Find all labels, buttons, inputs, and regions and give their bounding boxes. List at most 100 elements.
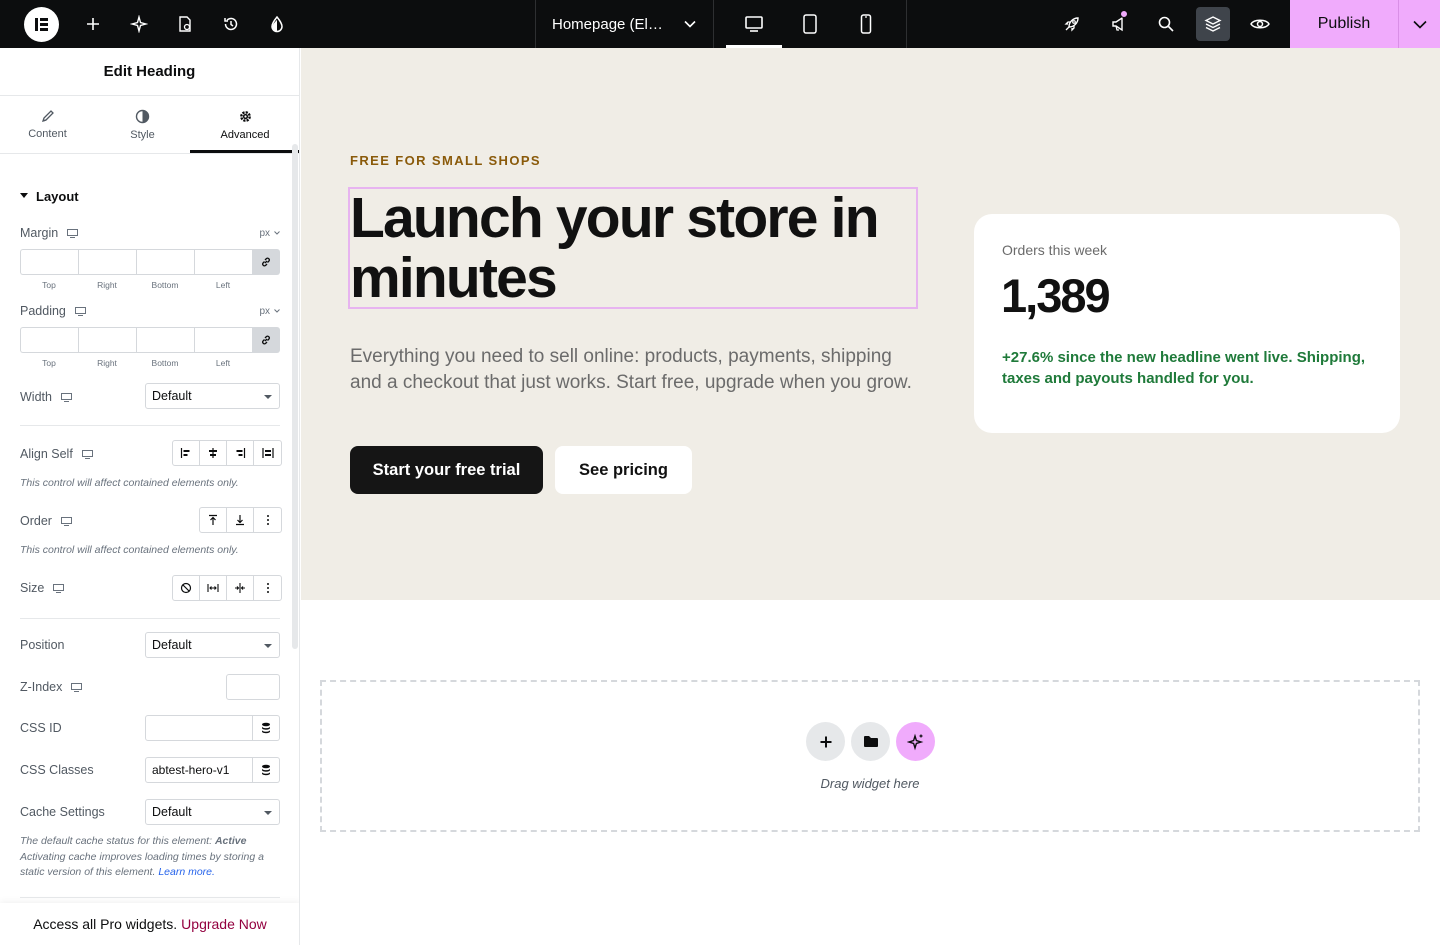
caret-down-icon	[20, 193, 28, 198]
structure-layers-icon[interactable]	[1189, 0, 1236, 48]
mobile-view-icon[interactable]	[838, 0, 894, 48]
align-center-icon[interactable]	[200, 441, 227, 465]
structure-layers-button[interactable]	[1195, 7, 1230, 41]
stat-value: 1,389	[1001, 269, 1111, 322]
stat-note: +27.6% since the new headline went live.…	[1002, 349, 1366, 387]
hero-section[interactable]: FREE FOR SMALL SHOPS Launch your store i…	[301, 48, 1440, 600]
dynamic-tags-database-icon[interactable]	[252, 715, 280, 741]
size-grow-icon[interactable]	[200, 576, 227, 600]
order-end-icon[interactable]	[227, 508, 254, 532]
hero-heading[interactable]: Launch your store in minutes	[350, 188, 910, 308]
padding-unit: px	[259, 305, 270, 317]
desktop-responsive-icon[interactable]	[60, 392, 72, 402]
margin-right-input[interactable]	[78, 249, 136, 275]
desktop-responsive-icon[interactable]	[71, 682, 83, 692]
ai-sparkle-icon[interactable]	[116, 0, 162, 48]
preview-eye-icon[interactable]	[1236, 0, 1283, 48]
tab-style-label: Style	[130, 128, 155, 141]
upgrade-now-link[interactable]: Upgrade Now	[181, 916, 267, 932]
order-buttons	[199, 507, 282, 533]
position-select[interactable]: Default	[145, 632, 280, 658]
margin-top-input[interactable]	[20, 249, 78, 275]
align-self-label: Align Self	[20, 447, 73, 461]
side-label-right: Right	[97, 358, 117, 368]
rocket-icon[interactable]	[1048, 0, 1095, 48]
layout-section-title: Layout	[36, 188, 79, 204]
margin-unit-selector[interactable]: px	[259, 228, 280, 239]
desktop-responsive-icon[interactable]	[74, 306, 86, 316]
dynamic-tags-database-icon[interactable]	[252, 757, 280, 783]
desktop-responsive-icon[interactable]	[60, 516, 72, 526]
search-icon[interactable]	[1142, 0, 1189, 48]
page-settings-icon[interactable]	[162, 0, 208, 48]
desktop-view-icon[interactable]	[726, 0, 782, 48]
padding-bottom-input[interactable]	[136, 327, 194, 353]
desktop-responsive-icon[interactable]	[53, 583, 65, 593]
align-end-icon[interactable]	[227, 441, 254, 465]
publish-button[interactable]: Publish	[1290, 0, 1398, 48]
css-classes-input[interactable]: abtest-hero-v1	[145, 757, 253, 783]
tablet-view-icon[interactable]	[782, 0, 838, 48]
notifications-megaphone-icon[interactable]	[1095, 0, 1142, 48]
tab-content[interactable]: Content	[0, 96, 95, 153]
chevron-down-icon	[684, 20, 696, 28]
learn-more-link[interactable]: Learn more.	[158, 866, 215, 878]
start-free-trial-button[interactable]: Start your free trial	[350, 446, 543, 494]
ai-sparkle-icon[interactable]	[896, 722, 935, 761]
add-section-plus-icon[interactable]	[806, 722, 845, 761]
side-label-top: Top	[42, 358, 56, 368]
layout-section-toggle[interactable]: Layout	[0, 154, 299, 206]
padding-top-input[interactable]	[20, 327, 78, 353]
topbar-right-tools: Publish	[907, 0, 1440, 48]
padding-inputs	[20, 327, 280, 353]
size-shrink-icon[interactable]	[227, 576, 254, 600]
desktop-responsive-icon[interactable]	[81, 449, 93, 459]
template-library-folder-icon[interactable]	[851, 722, 890, 761]
cache-hint-body: Activating cache improves loading times …	[20, 850, 264, 879]
more-options-icon[interactable]	[254, 576, 281, 600]
padding-unit-selector[interactable]: px	[259, 306, 280, 317]
margin-side-labels: Top Right Bottom Left	[20, 280, 252, 290]
see-pricing-button[interactable]: See pricing	[555, 446, 692, 494]
link-values-icon[interactable]	[252, 249, 280, 275]
hero-eyebrow[interactable]: FREE FOR SMALL SHOPS	[350, 153, 541, 168]
desktop-responsive-icon[interactable]	[67, 228, 79, 238]
history-icon[interactable]	[208, 0, 254, 48]
publish-options-chevron-icon[interactable]	[1398, 0, 1440, 48]
hero-subtext[interactable]: Everything you need to sell online: prod…	[350, 344, 920, 396]
topbar-left-tools	[0, 0, 535, 48]
panel-scrollbar[interactable]	[292, 144, 298, 649]
margin-bottom-input[interactable]	[136, 249, 194, 275]
padding-right-input[interactable]	[78, 327, 136, 353]
align-stretch-icon[interactable]	[254, 441, 281, 465]
tab-advanced[interactable]: Advanced	[190, 96, 299, 153]
z-index-input[interactable]	[226, 674, 280, 700]
side-label-top: Top	[42, 280, 56, 290]
elementor-logo-icon[interactable]	[24, 6, 59, 42]
padding-left-input[interactable]	[194, 327, 252, 353]
z-index-label: Z-Index	[20, 680, 63, 694]
document-switcher[interactable]: Homepage (Ele…	[535, 0, 714, 48]
align-start-icon[interactable]	[173, 441, 200, 465]
chevron-down-icon	[274, 309, 280, 313]
panel-title: Edit Heading	[0, 48, 299, 96]
size-none-icon[interactable]	[173, 576, 200, 600]
side-label-left: Left	[215, 280, 231, 290]
margin-left-input[interactable]	[194, 249, 252, 275]
add-element-icon[interactable]	[70, 0, 116, 48]
tab-content-label: Content	[28, 128, 67, 140]
position-label: Position	[20, 638, 65, 652]
stat-card[interactable]: Orders this week 1,389 +27.6% since the …	[974, 214, 1400, 433]
widget-drop-zone[interactable]: Drag widget here	[320, 680, 1420, 832]
link-values-icon[interactable]	[252, 327, 280, 353]
order-start-icon[interactable]	[200, 508, 227, 532]
more-options-icon[interactable]	[254, 508, 281, 532]
width-select[interactable]: Default	[145, 383, 280, 409]
editor-side-panel: Edit Heading Content Style Advanced Layo…	[0, 48, 300, 945]
site-settings-icon[interactable]	[254, 0, 300, 48]
css-id-input[interactable]	[145, 715, 253, 741]
tab-style[interactable]: Style	[95, 96, 190, 153]
cache-settings-select[interactable]: Default	[145, 799, 280, 825]
divider	[20, 897, 280, 898]
padding-control: Padding px	[20, 301, 280, 321]
